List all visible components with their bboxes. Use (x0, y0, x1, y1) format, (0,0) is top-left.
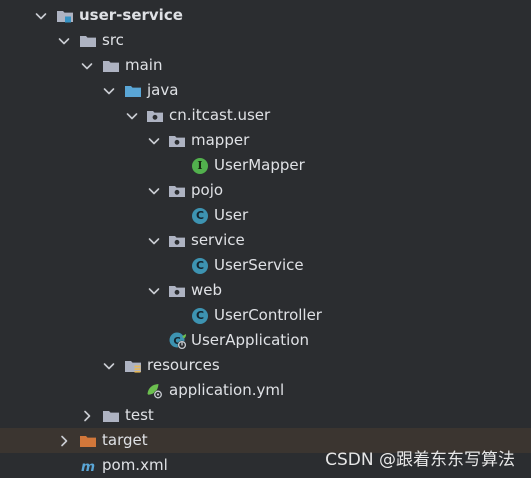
chevron-down-icon[interactable] (101, 78, 117, 103)
tree-label: test (125, 406, 154, 424)
tree-row-java[interactable]: java (0, 78, 531, 103)
tree-row-main[interactable]: main (0, 53, 531, 78)
tree-row-service[interactable]: service (0, 228, 531, 253)
tree-row-user-service-class[interactable]: C UserService (0, 253, 531, 278)
tree-row-test[interactable]: test (0, 403, 531, 428)
module-folder-icon (56, 7, 74, 24)
tree-label: resources (147, 356, 220, 374)
chevron-right-icon[interactable] (56, 428, 72, 453)
package-icon (168, 132, 186, 149)
chevron-down-icon[interactable] (146, 278, 162, 303)
tree-label: web (191, 281, 223, 299)
package-icon (168, 282, 186, 299)
tree-row-src[interactable]: src (0, 28, 531, 53)
tree-label: pom.xml (102, 456, 168, 474)
resources-folder-icon (124, 357, 142, 374)
tree-row-mapper[interactable]: mapper (0, 128, 531, 153)
spring-config-icon (146, 382, 164, 399)
spring-boot-class-icon: C (169, 332, 187, 349)
chevron-down-icon[interactable] (124, 103, 140, 128)
tree-label: UserController (214, 306, 322, 324)
tree-label: UserService (214, 256, 304, 274)
tree-label: application.yml (169, 381, 285, 399)
chevron-down-icon[interactable] (79, 53, 95, 78)
tree-row-user-controller[interactable]: C UserController (0, 303, 531, 328)
tree-row-package-root[interactable]: cn.itcast.user (0, 103, 531, 128)
tree-label: cn.itcast.user (169, 106, 271, 124)
tree-label: mapper (191, 131, 250, 149)
class-icon: C (191, 257, 209, 274)
chevron-down-icon[interactable] (33, 3, 49, 28)
package-icon (168, 182, 186, 199)
tree-row-application-yml[interactable]: application.yml (0, 378, 531, 403)
tree-label: java (147, 81, 179, 99)
chevron-down-icon[interactable] (56, 28, 72, 53)
tree-label: main (125, 56, 163, 74)
tree-row-user[interactable]: C User (0, 203, 531, 228)
tree-row-user-application[interactable]: C UserApplication (0, 328, 531, 353)
tree-row-pojo[interactable]: pojo (0, 178, 531, 203)
source-folder-icon (124, 82, 142, 99)
tree-label: target (102, 431, 148, 449)
tree-row-user-mapper[interactable]: I UserMapper (0, 153, 531, 178)
tree-label: src (102, 31, 124, 49)
tree-label: User (214, 206, 249, 224)
tree-label: service (191, 231, 245, 249)
chevron-down-icon[interactable] (146, 228, 162, 253)
chevron-down-icon[interactable] (146, 178, 162, 203)
package-icon (146, 107, 164, 124)
package-icon (168, 232, 186, 249)
maven-icon: m (79, 457, 97, 474)
folder-icon (79, 32, 97, 49)
svg-text:m: m (81, 458, 95, 473)
class-icon: C (191, 207, 209, 224)
watermark: CSDN @跟着东东写算法 (325, 450, 515, 470)
class-icon: C (191, 307, 209, 324)
tree-row-user-service[interactable]: user-service (0, 3, 531, 28)
folder-icon (102, 407, 120, 424)
interface-icon: I (191, 157, 209, 174)
folder-icon (102, 57, 120, 74)
tree-row-resources[interactable]: resources (0, 353, 531, 378)
tree-row-web[interactable]: web (0, 278, 531, 303)
tree-label: pojo (191, 181, 224, 199)
excluded-folder-icon (79, 432, 97, 449)
chevron-down-icon[interactable] (101, 353, 117, 378)
chevron-down-icon[interactable] (146, 128, 162, 153)
tree-label: UserMapper (214, 156, 305, 174)
tree-label: UserApplication (191, 331, 310, 349)
chevron-right-icon[interactable] (79, 403, 95, 428)
tree-label: user-service (79, 6, 183, 24)
project-tree: user-service src main java cn.itcast.use… (0, 3, 531, 478)
